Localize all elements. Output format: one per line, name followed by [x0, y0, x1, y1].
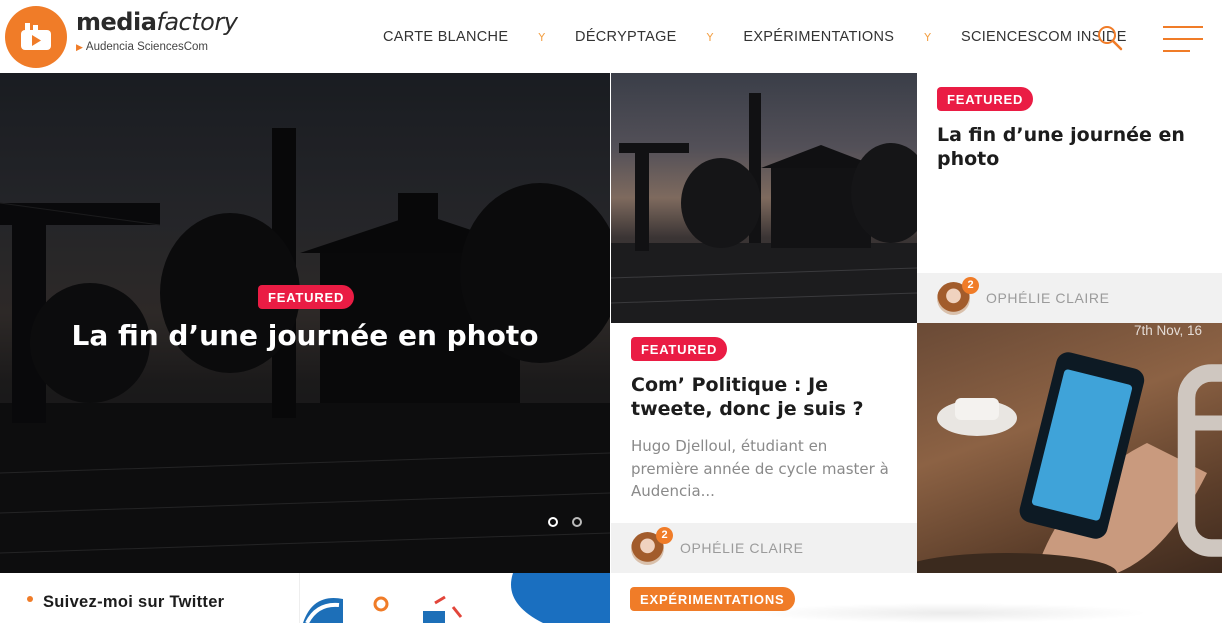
nav-separator-icon: Y [706, 30, 714, 44]
calendar-icon [1177, 364, 1222, 557]
brand-tagline-text: Audencia SciencesCom [85, 41, 209, 53]
card-shadow [750, 603, 1150, 623]
search-icon[interactable] [1094, 24, 1124, 52]
main-nav: CARTE BLANCHE Y DÉCRYPTAGE Y EXPÉRIMENTA… [383, 28, 1127, 46]
article-thumbnail-phone[interactable]: 7th Nov, 16 [917, 323, 1222, 573]
nav-separator-icon: Y [924, 30, 931, 44]
promo-image-tile[interactable] [303, 573, 610, 623]
hero-title[interactable]: La fin d’une journée en photo [0, 319, 610, 352]
twitter-widget: Suivez-moi sur Twitter [0, 573, 300, 623]
factory-icon-glyph [21, 23, 51, 50]
author-count-badge: 2 [656, 527, 673, 544]
article-thumbnail-sunset[interactable] [611, 73, 917, 323]
widget-title: Suivez-moi sur Twitter [43, 593, 225, 611]
site-header: mediafactory ▶ Audencia SciencesCom CARTE… [0, 0, 1222, 73]
slider-dot[interactable] [572, 517, 582, 527]
nav-separator-icon: Y [538, 30, 546, 44]
author-bar: 2 OPHÉLIE CLAIRE [917, 273, 1222, 323]
article-title[interactable]: Com’ Politique : Je tweete, donc je suis… [631, 373, 901, 421]
nav-item-experimentations[interactable]: EXPÉRIMENTATIONS [743, 29, 894, 45]
nav-item-carte-blanche[interactable]: CARTE BLANCHE [383, 29, 508, 45]
promo-graphic [303, 573, 610, 623]
sunset-photo [611, 93, 917, 323]
author-bar: 2 OPHÉLIE CLAIRE [611, 523, 917, 573]
brand-name-bold: media [76, 8, 157, 36]
slider-dot-active[interactable] [548, 517, 558, 527]
author-count-badge: 2 [962, 277, 979, 294]
brand-tagline: ▶ Audencia SciencesCom [76, 41, 208, 53]
site-logo[interactable]: mediafactory ▶ Audencia SciencesCom [5, 4, 245, 68]
article-excerpt: Hugo Djelloul, étudiant en première anné… [631, 437, 889, 500]
featured-badge[interactable]: FEATURED [937, 87, 1034, 111]
article-title[interactable]: La fin d’une journée en photo [937, 123, 1207, 171]
article-card[interactable]: FEATURED La fin d’une journée en photo 2… [917, 73, 1222, 323]
hamburger-menu-icon[interactable] [1162, 25, 1204, 53]
brand-name: mediafactory [76, 8, 238, 36]
nav-item-decryptage[interactable]: DÉCRYPTAGE [575, 29, 677, 45]
brand-name-light: factory [156, 8, 238, 36]
author-name[interactable]: OPHÉLIE CLAIRE [680, 540, 804, 556]
factory-icon [5, 6, 67, 68]
play-arrow-icon: ▶ [76, 42, 83, 52]
category-card[interactable]: EXPÉRIMENTATIONS [610, 573, 1222, 623]
hero-slider[interactable]: FEATURED La fin d’une journée en photo [0, 73, 610, 573]
slider-dots [548, 517, 582, 527]
featured-badge[interactable]: FEATURED [258, 285, 355, 309]
article-card[interactable]: FEATURED Com’ Politique : Je tweete, don… [611, 323, 917, 573]
bullet-icon [27, 596, 33, 602]
author-name[interactable]: OPHÉLIE CLAIRE [986, 290, 1110, 306]
featured-badge[interactable]: FEATURED [631, 337, 728, 361]
post-date: 7th Nov, 16 [1134, 323, 1222, 557]
